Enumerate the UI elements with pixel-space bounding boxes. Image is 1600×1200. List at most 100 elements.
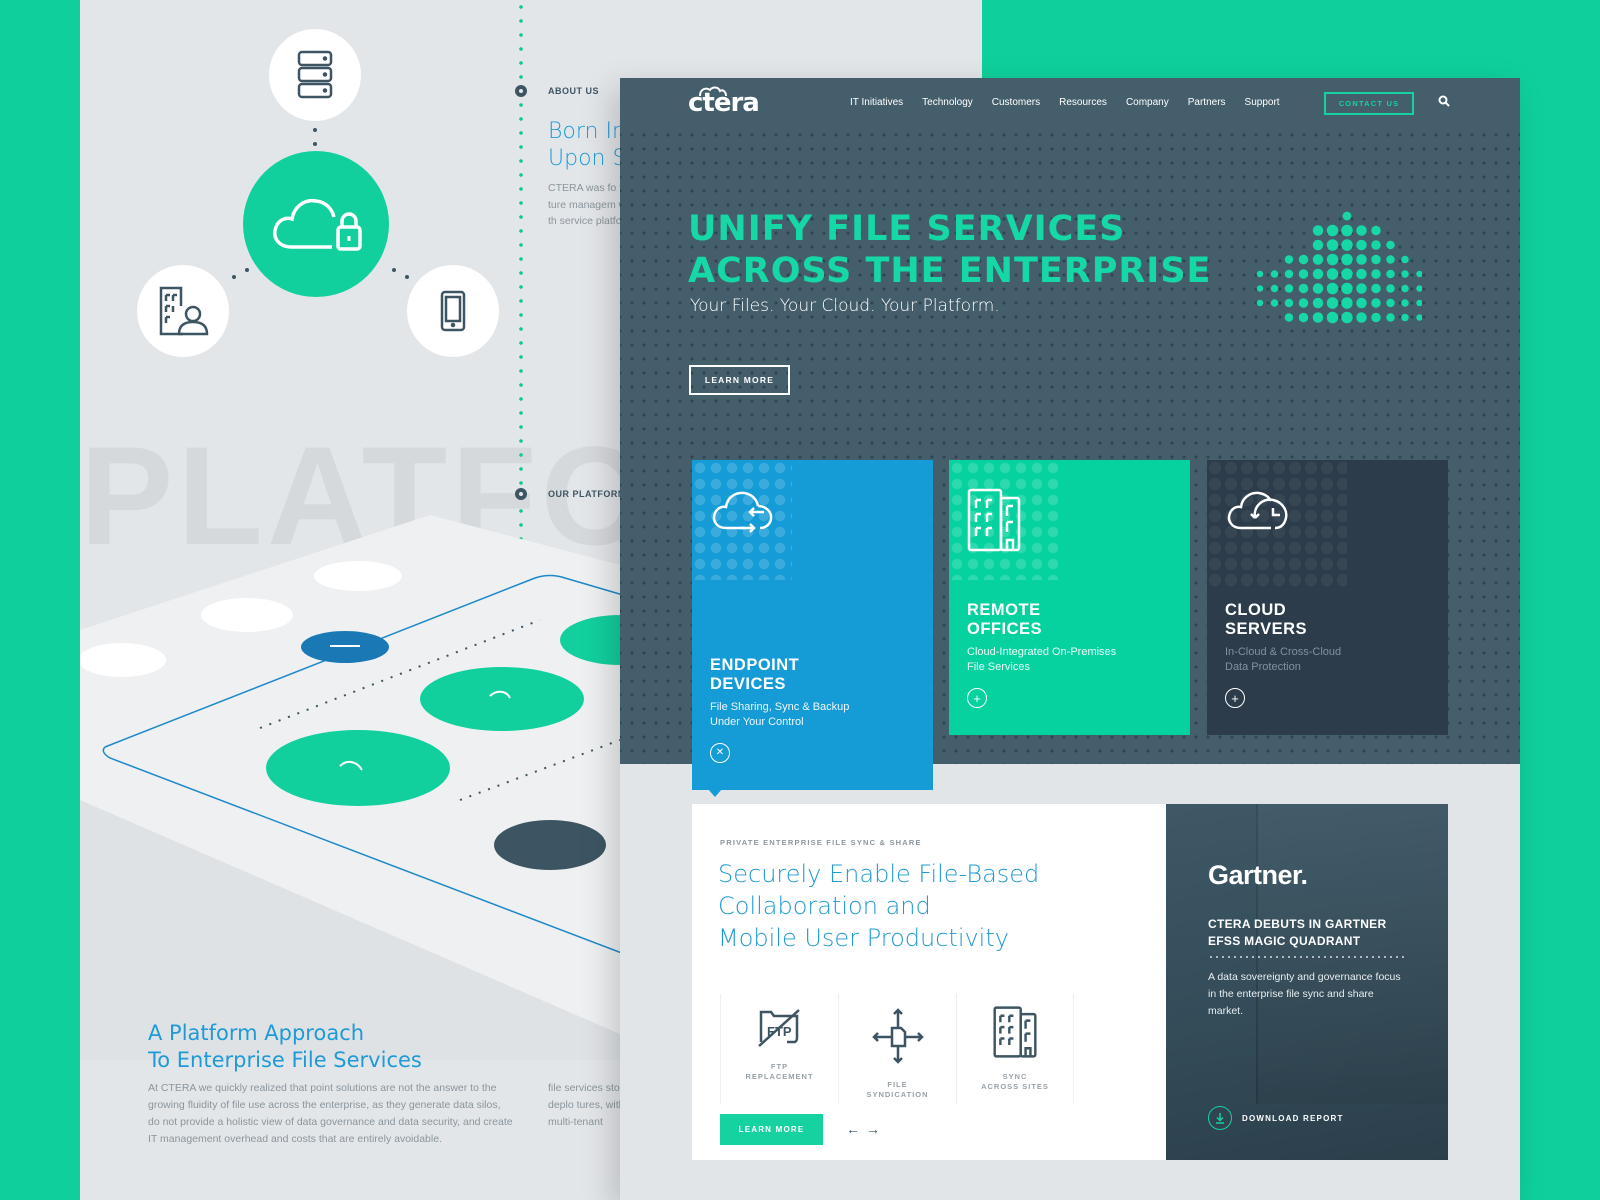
- tile-file-syndication[interactable]: FILE SYNDICATION: [838, 994, 956, 1104]
- carousel-prev-button[interactable]: ←: [846, 1122, 860, 1136]
- dotted-cloud-graphic: [1256, 211, 1422, 324]
- cloud-dot: [1371, 312, 1381, 323]
- cloud-dot: [1416, 285, 1422, 292]
- cloud-dot: [1371, 254, 1381, 265]
- homepage: ctera IT Initiatives Technology Customer…: [620, 78, 1520, 1200]
- cloud-dot: [1341, 297, 1353, 309]
- file-syndication-icon: [871, 1008, 924, 1064]
- cloud-dot: [1356, 297, 1367, 309]
- card-title: REMOTE OFFICES: [967, 601, 1043, 638]
- section-timeline: [519, 0, 523, 540]
- card-expand-button[interactable]: +: [967, 688, 987, 708]
- timeline-label-about[interactable]: ABOUT US: [548, 86, 599, 96]
- cloud-sync-icon: [712, 491, 773, 533]
- cloud-dot: [1312, 297, 1324, 309]
- cloud-dot: [1371, 269, 1381, 279]
- cloud-dot: [1270, 284, 1279, 293]
- office-user-node: [137, 265, 229, 357]
- feature-eyebrow: PRIVATE ENTERPRISE FILE SYNC & SHARE: [720, 838, 922, 847]
- card-endpoint-devices[interactable]: ENDPOINT DEVICES File Sharing, Sync & Ba…: [692, 460, 933, 790]
- cloud-lock-icon: [273, 198, 362, 251]
- cloud-lock-node: [243, 151, 389, 297]
- timeline-label-platform[interactable]: OUR PLATFORM: [548, 489, 626, 499]
- cloud-dot: [1341, 268, 1353, 280]
- cloud-dot: [1341, 224, 1353, 237]
- cloud-dot: [1356, 312, 1367, 323]
- card-title: ENDPOINT DEVICES: [710, 656, 800, 693]
- card-close-button[interactable]: ✕: [710, 743, 730, 763]
- cloud-dot: [1312, 225, 1324, 236]
- nav-item-company[interactable]: Company: [1126, 97, 1169, 108]
- cloud-dot: [1371, 240, 1381, 250]
- card-expand-button[interactable]: +: [1225, 688, 1245, 708]
- download-report-link[interactable]: DOWNLOAD REPORT: [1208, 1106, 1344, 1130]
- nav-item-support[interactable]: Support: [1245, 97, 1280, 108]
- mobile-phone-icon: [440, 290, 466, 332]
- cloud-dot: [1284, 269, 1294, 279]
- carousel-arrows: ← →: [846, 1122, 880, 1136]
- card-description: File Sharing, Sync & Backup Under Your C…: [710, 701, 850, 728]
- cloud-dot: [1270, 270, 1279, 278]
- logo-cloud-arc-icon: [699, 86, 727, 96]
- cloud-dot: [1312, 283, 1324, 294]
- cloud-dot: [1284, 298, 1294, 308]
- hero-title: UNIFY FILE SERVICES ACROSS THE ENTERPRIS…: [688, 209, 1212, 291]
- platform-heading: A Platform Approach To Enterprise File S…: [148, 1021, 422, 1072]
- nav-item-technology[interactable]: Technology: [922, 97, 973, 108]
- cloud-dot: [1284, 313, 1294, 322]
- cloud-dot: [1416, 299, 1422, 307]
- cloud-dot: [1298, 298, 1309, 308]
- search-icon[interactable]: [1438, 95, 1450, 107]
- nav-item-partners[interactable]: Partners: [1188, 97, 1226, 108]
- cloud-dot: [1256, 299, 1264, 307]
- cloud-dot: [1326, 297, 1339, 309]
- cloud-dot: [1401, 255, 1409, 264]
- cloud-dot: [1386, 255, 1395, 264]
- cloud-dot: [1386, 240, 1395, 250]
- feature-title: Securely Enable File-Based Collaboration…: [718, 860, 1040, 952]
- tile-sync-across-sites[interactable]: SYNC ACROSS SITES: [956, 994, 1074, 1104]
- cloud-dot: [1326, 253, 1339, 266]
- dotted-divider: [1208, 956, 1406, 958]
- timeline-marker-about[interactable]: [515, 85, 527, 97]
- cloud-dot: [1401, 313, 1409, 322]
- nav-item-customers[interactable]: Customers: [992, 97, 1040, 108]
- gartner-description: A data sovereignty and governance focus …: [1208, 971, 1401, 1017]
- card-cloud-servers[interactable]: CLOUD SERVERS In-Cloud & Cross-Cloud Dat…: [1207, 460, 1448, 735]
- cloud-dot: [1371, 283, 1381, 294]
- card-description: Cloud-Integrated On-Premises File Servic…: [967, 646, 1117, 673]
- nav-menu: IT Initiatives Technology Customers Reso…: [850, 97, 1280, 108]
- cloud-dot: [1356, 239, 1367, 251]
- hero-section: ctera IT Initiatives Technology Customer…: [620, 78, 1520, 797]
- ctera-logo[interactable]: ctera: [688, 86, 760, 118]
- cloud-dot: [1341, 282, 1353, 295]
- server-node: [269, 29, 361, 121]
- card-remote-offices[interactable]: REMOTE OFFICES Cloud-Integrated On-Premi…: [949, 460, 1190, 735]
- server-stack-icon: [297, 50, 333, 99]
- hero-learn-more-button[interactable]: LEARN MORE: [689, 365, 790, 395]
- cloud-backup-node: [420, 667, 584, 731]
- cloud-dot: [1356, 225, 1367, 236]
- cloud-dot: [1312, 268, 1324, 280]
- card-pointer: [708, 789, 722, 797]
- timeline-marker-platform[interactable]: [515, 488, 527, 500]
- cloud-dot: [1284, 255, 1294, 264]
- feature-learn-more-button[interactable]: LEARN MORE: [720, 1114, 823, 1145]
- nav-item-it-initiatives[interactable]: IT Initiatives: [850, 97, 903, 108]
- cloud-dot: [1342, 211, 1352, 221]
- carousel-next-button[interactable]: →: [866, 1122, 880, 1136]
- gartner-promo: Gartner. CTERA DEBUTS IN GARTNER EFSS MA…: [1166, 804, 1448, 1160]
- office-building-icon: [967, 488, 1021, 552]
- hero-subtitle: Your Files. Your Cloud. Your Platform.: [690, 296, 1000, 316]
- cloud-dot: [1326, 224, 1339, 237]
- nav-item-resources[interactable]: Resources: [1059, 97, 1107, 108]
- cloud-dot: [1356, 254, 1367, 265]
- cloud-dot: [1401, 270, 1409, 278]
- tile-ftp-replacement[interactable]: FTP FTP REPLACEMENT: [720, 994, 838, 1104]
- cloud-dot: [1386, 298, 1395, 308]
- migration-node: [494, 820, 606, 870]
- about-heading: Born In Upon S: [548, 119, 627, 171]
- mobile-node: [407, 265, 499, 357]
- contact-us-button[interactable]: CONTACT US: [1324, 92, 1414, 115]
- office-user-icon: [159, 286, 209, 336]
